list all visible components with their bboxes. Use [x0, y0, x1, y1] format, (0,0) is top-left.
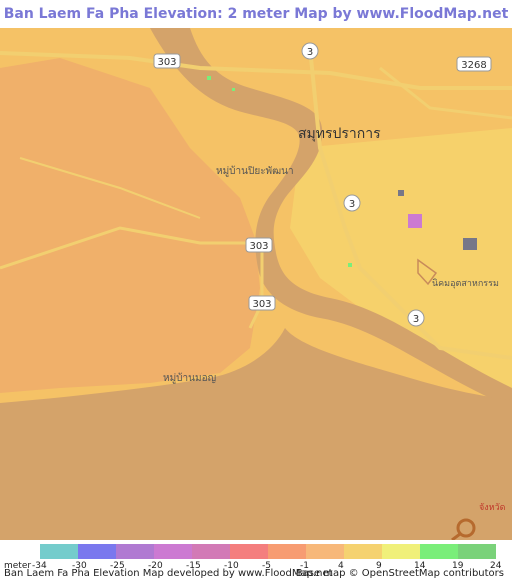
place-label-province: จังหวัด: [479, 503, 506, 513]
legend-swatch: [344, 544, 382, 559]
place-label-village: หมู่บ้านปิยะพัฒนา: [216, 165, 294, 177]
svg-text:3: 3: [413, 314, 419, 325]
legend-swatch: [306, 544, 344, 559]
svg-text:3: 3: [349, 199, 355, 210]
place-label-industrial: นิคมอุตสาหกรรม: [432, 278, 499, 289]
legend-swatch: [192, 544, 230, 559]
svg-text:3268: 3268: [461, 60, 486, 71]
legend-swatch: [458, 544, 496, 559]
legend-swatch: [268, 544, 306, 559]
legend-swatch: [420, 544, 458, 559]
road-shield-3268: 3268: [456, 56, 492, 72]
road-shield-3: 3: [407, 309, 425, 327]
green-patch: [348, 263, 352, 267]
place-label-village: หมู่บ้านมอญ: [163, 372, 216, 384]
legend-swatch: [78, 544, 116, 559]
road-shield-3: 3: [343, 194, 361, 212]
legend-swatch: [154, 544, 192, 559]
urban-patch: [398, 190, 404, 196]
legend-swatch: [230, 544, 268, 559]
legend-swatch: [382, 544, 420, 559]
green-patch: [232, 88, 235, 91]
road-shield-3: 3: [301, 42, 319, 60]
place-label-samut-prakan: สมุทรปราการ: [298, 126, 381, 142]
elevation-map[interactable]: 303 3 3268 3 303 303 3 สมุทรปราการ หมู่บ…: [0, 28, 512, 540]
road-shield-303: 303: [245, 237, 273, 253]
svg-text:303: 303: [249, 241, 268, 252]
legend-swatch: [116, 544, 154, 559]
footer-credit: Ban Laem Fa Pha Elevation Map developed …: [4, 568, 333, 579]
svg-text:303: 303: [157, 57, 176, 68]
footer-basemap-credit: Base map © OpenStreetMap contributors: [295, 568, 504, 579]
page-title: Ban Laem Fa Pha Elevation: 2 meter Map b…: [3, 6, 509, 50]
urban-patch: [408, 214, 422, 228]
svg-text:303: 303: [252, 299, 271, 310]
svg-text:3: 3: [307, 47, 313, 58]
legend-swatch: [40, 544, 78, 559]
road-shield-303: 303: [153, 53, 181, 69]
green-patch: [207, 76, 211, 80]
urban-patch: [463, 238, 477, 250]
road-shield-303: 303: [248, 295, 276, 311]
